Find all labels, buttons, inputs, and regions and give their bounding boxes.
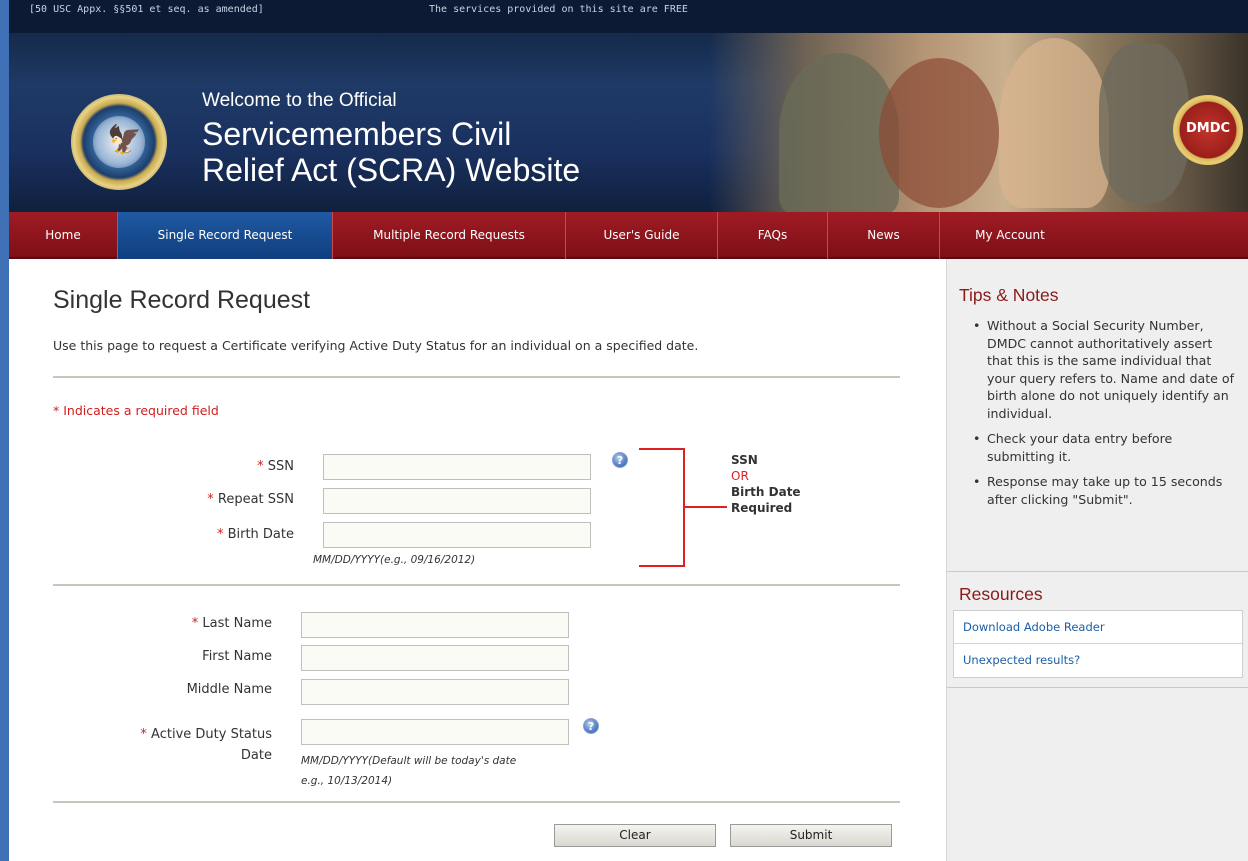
active-duty-help-icon[interactable]: ? [583, 718, 599, 734]
sidebar: Tips & Notes Without a Social Security N… [946, 259, 1248, 861]
dod-seal-icon: 🦅 [71, 94, 167, 190]
nav-single-record-request[interactable]: Single Record Request [118, 212, 333, 259]
ssn-or-birthdate-bracket [639, 448, 685, 567]
ssn-help-icon[interactable]: ? [612, 452, 628, 468]
clear-button[interactable]: Clear [554, 824, 716, 847]
birth-date-input[interactable] [323, 522, 591, 548]
nav-multiple-record-requests[interactable]: Multiple Record Requests [333, 212, 566, 259]
eagle-icon: 🦅 [107, 123, 142, 156]
nav-my-account[interactable]: My Account [940, 212, 1080, 259]
first-name-label: First Name [202, 649, 272, 664]
main-nav: Home Single Record Request Multiple Reco… [9, 212, 1248, 259]
active-duty-date-label: * Active Duty Status Date [140, 727, 272, 763]
first-name-input[interactable] [301, 645, 569, 671]
site-title-line1: Servicemembers Civil [202, 116, 512, 152]
active-duty-date-hint: MM/DD/YYYY(Default will be today's date … [301, 755, 517, 787]
middle-name-label: Middle Name [186, 682, 272, 697]
nav-users-guide[interactable]: User's Guide [566, 212, 718, 259]
dmdc-logo-text: DMDC [1185, 121, 1231, 136]
birth-date-hint: MM/DD/YYYY(e.g., 09/16/2012) [313, 554, 476, 566]
intro-text: Use this page to request a Certificate v… [53, 338, 699, 353]
tips-list: Without a Social Security Number, DMDC c… [969, 317, 1241, 516]
last-name-input[interactable] [301, 612, 569, 638]
top-info-bar: [50 USC Appx. §§501 et seq. as amended] … [9, 0, 1248, 33]
site-title-line2: Relief Act (SCRA) Website [202, 152, 581, 188]
birth-date-label: * Birth Date [216, 527, 294, 542]
bracket-pointer [685, 506, 727, 508]
unexpected-results-link[interactable]: Unexpected results? [954, 644, 1242, 677]
divider [53, 584, 900, 586]
sidebar-divider [947, 687, 1248, 688]
dmdc-logo-icon: DMDC [1173, 95, 1243, 165]
photo-figure-mother [879, 58, 999, 208]
required-field-note: * Indicates a required field [53, 403, 219, 418]
required-marker: * [53, 403, 60, 418]
nav-news[interactable]: News [828, 212, 940, 259]
nav-faqs[interactable]: FAQs [718, 212, 828, 259]
submit-button[interactable]: Submit [730, 824, 892, 847]
left-edge-bar [0, 0, 9, 861]
repeat-ssn-label: * Repeat SSN [207, 492, 294, 507]
ssn-or-birthdate-note: SSN OR Birth Date Required [731, 453, 801, 515]
sidebar-divider [947, 571, 1248, 572]
main-content: Single Record Request Use this page to r… [9, 259, 946, 861]
last-name-label: * Last Name [191, 616, 272, 631]
download-adobe-reader-link[interactable]: Download Adobe Reader [954, 611, 1242, 644]
legal-citation: [50 USC Appx. §§501 et seq. as amended] [29, 4, 264, 15]
free-services-notice: The services provided on this site are F… [429, 4, 688, 15]
welcome-text: Welcome to the Official [202, 90, 397, 111]
required-note-text: Indicates a required field [63, 403, 219, 418]
ssn-label: * SSN [257, 459, 294, 474]
site-header: [50 USC Appx. §§501 et seq. as amended] … [9, 0, 1248, 212]
divider [53, 376, 900, 378]
divider [53, 801, 900, 803]
repeat-ssn-input[interactable] [323, 488, 591, 514]
page-title: Single Record Request [53, 286, 311, 314]
active-duty-date-input[interactable] [301, 719, 569, 745]
tip-item: Without a Social Security Number, DMDC c… [969, 317, 1241, 422]
ssn-input[interactable] [323, 454, 591, 480]
nav-home[interactable]: Home [9, 212, 118, 259]
family-photo [709, 33, 1248, 212]
site-title: Servicemembers Civil Relief Act (SCRA) W… [202, 116, 580, 188]
tips-title: Tips & Notes [959, 285, 1059, 305]
photo-figure-father [999, 38, 1109, 208]
middle-name-input[interactable] [301, 679, 569, 705]
tip-item: Check your data entry before submitting … [969, 430, 1241, 465]
resources-list: Download Adobe Reader Unexpected results… [953, 610, 1243, 678]
resources-title: Resources [959, 584, 1043, 604]
tip-item: Response may take up to 15 seconds after… [969, 473, 1241, 508]
